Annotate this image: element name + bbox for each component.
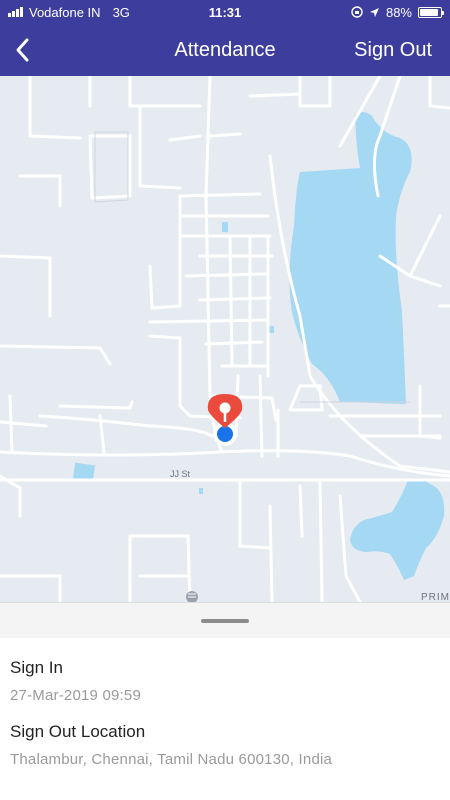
sign-in-label: Sign In bbox=[10, 658, 63, 677]
status-left: Vodafone IN 3G bbox=[8, 5, 130, 20]
pond-small bbox=[222, 222, 228, 232]
pond-mini bbox=[199, 488, 203, 494]
battery-percent: 88% bbox=[385, 4, 412, 20]
map-corner-label: PRIM bbox=[421, 592, 450, 602]
carrier-name: Vodafone IN bbox=[29, 4, 101, 20]
details-sheet: Sign In 27-Mar-2019 09:59 Sign Out Locat… bbox=[0, 602, 450, 800]
map-view[interactable]: JJ St PRIM bbox=[0, 76, 450, 602]
sign-in-time: 27-Mar-2019 09:59 bbox=[10, 687, 141, 704]
sign-out-button[interactable]: Sign Out bbox=[354, 39, 432, 62]
pond-tiny bbox=[269, 326, 274, 333]
location-arrow-icon bbox=[369, 7, 379, 17]
battery-fill bbox=[420, 8, 438, 16]
street-label: JJ St bbox=[170, 469, 191, 479]
sign-out-location-value: Thalambur, Chennai, Tamil Nadu 600130, I… bbox=[10, 751, 333, 768]
attendance-info: Sign In 27-Mar-2019 09:59 Sign Out Locat… bbox=[0, 658, 450, 768]
page-title: Attendance bbox=[174, 38, 276, 61]
sign-out-location-label: Sign Out Location bbox=[10, 722, 146, 741]
map-canvas[interactable]: JJ St PRIM bbox=[0, 76, 450, 602]
status-bar: Vodafone IN 3G 11:31 88% bbox=[0, 0, 450, 24]
sheet-handle-area[interactable] bbox=[0, 602, 450, 638]
lock-rotation-icon bbox=[351, 6, 363, 18]
battery-icon bbox=[418, 6, 444, 18]
nav-bar: Attendance Sign Out bbox=[0, 24, 450, 76]
status-right: 88% bbox=[351, 4, 444, 20]
signal-bars-icon bbox=[8, 7, 23, 17]
drag-handle[interactable] bbox=[201, 618, 249, 623]
chevron-left-icon[interactable] bbox=[10, 36, 38, 64]
network-type: 3G bbox=[112, 4, 130, 20]
